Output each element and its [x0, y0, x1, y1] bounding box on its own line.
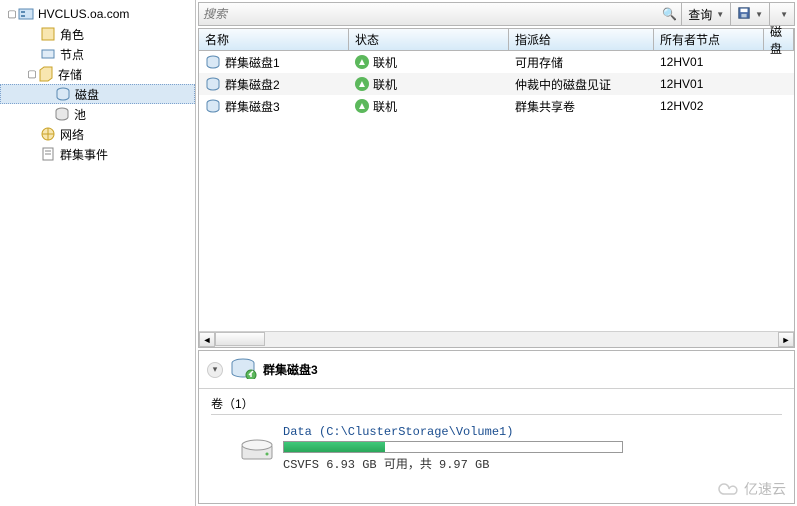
col-disk[interactable]: 磁盘 [764, 29, 794, 50]
cell-name: 群集磁盘3 [225, 98, 280, 115]
scroll-thumb[interactable] [215, 332, 265, 346]
table-row[interactable]: 群集磁盘2 ▲ 联机 仲裁中的磁盘见证 12HV01 [199, 73, 794, 95]
query-label: 查询 [688, 6, 712, 23]
cell-owner: 12HV02 [660, 99, 703, 113]
cell-status: 联机 [373, 98, 397, 115]
cell-name: 群集磁盘2 [225, 76, 280, 93]
tree-network-label: 网络 [60, 126, 84, 143]
volume-usage: CSVFS 6.93 GB 可用，共 9.97 GB [283, 455, 623, 472]
disk-icon [205, 98, 221, 114]
tree-pools[interactable]: 池 [0, 104, 195, 124]
horizontal-scrollbar[interactable]: ◄ ► [199, 331, 794, 347]
cell-assigned: 群集共享卷 [515, 98, 575, 115]
nav-tree: ▢ HVCLUS.oa.com 角色 节点 ▢ 存储 磁盘 池 [0, 0, 196, 506]
watermark: 亿速云 [718, 479, 786, 499]
toolbar: 🔍 查询 ▼ ▼ ▼ [198, 2, 795, 26]
network-icon [40, 126, 56, 142]
storage-icon [38, 66, 54, 82]
search-icon[interactable]: 🔍 [662, 7, 677, 21]
usage-bar [283, 441, 623, 453]
tree-storage-label: 存储 [58, 66, 82, 83]
table-row[interactable]: 群集磁盘1 ▲ 联机 可用存储 12HV01 [199, 51, 794, 73]
scroll-left-icon[interactable]: ◄ [199, 332, 215, 347]
online-icon: ▲ [355, 77, 369, 91]
watermark-text: 亿速云 [744, 479, 786, 499]
chevron-down-icon: ▼ [780, 10, 788, 19]
col-name[interactable]: 名称 [199, 29, 349, 50]
search-input[interactable] [203, 7, 662, 21]
cell-owner: 12HV01 [660, 55, 703, 69]
nodes-icon [40, 46, 56, 62]
save-button[interactable]: ▼ [731, 3, 770, 25]
tree-root[interactable]: ▢ HVCLUS.oa.com [0, 4, 195, 24]
tree-disks[interactable]: 磁盘 [0, 84, 195, 104]
tree-events[interactable]: 群集事件 [0, 144, 195, 164]
table-row[interactable]: 群集磁盘3 ▲ 联机 群集共享卷 12HV02 [199, 95, 794, 117]
detail-pane: ▾ 群集磁盘3 卷（1） Data (C:\ClusterStorage\Vol… [198, 350, 795, 504]
tree-network[interactable]: 网络 [0, 124, 195, 144]
cell-assigned: 可用存储 [515, 54, 563, 71]
pools-icon [54, 106, 70, 122]
tree-disks-label: 磁盘 [75, 86, 99, 103]
cluster-icon [18, 6, 34, 22]
online-icon: ▲ [355, 99, 369, 113]
watermark-logo-icon [718, 482, 740, 496]
caret-icon[interactable]: ▢ [6, 9, 18, 20]
online-icon: ▲ [355, 55, 369, 69]
tree-roles[interactable]: 角色 [0, 24, 195, 44]
detail-title: 群集磁盘3 [263, 361, 318, 378]
volume-info: Data (C:\ClusterStorage\Volume1) CSVFS 6… [283, 425, 623, 472]
search-box[interactable]: 🔍 [199, 3, 682, 25]
cell-name: 群集磁盘1 [225, 54, 280, 71]
disk-icon [205, 76, 221, 92]
col-status[interactable]: 状态 [349, 29, 509, 50]
chevron-down-icon: ▼ [755, 10, 763, 19]
collapse-icon[interactable]: ▾ [207, 362, 223, 378]
tree-nodes[interactable]: 节点 [0, 44, 195, 64]
query-button[interactable]: 查询 ▼ [682, 3, 731, 25]
cell-assigned: 仲裁中的磁盘见证 [515, 76, 611, 93]
save-icon [737, 6, 751, 23]
tree-storage[interactable]: ▢ 存储 [0, 64, 195, 84]
tree-nodes-label: 节点 [60, 46, 84, 63]
disks-icon [55, 86, 71, 102]
drive-icon [241, 437, 273, 461]
scroll-right-icon[interactable]: ► [778, 332, 794, 347]
volume-row[interactable]: Data (C:\ClusterStorage\Volume1) CSVFS 6… [241, 425, 782, 472]
disk-icon [205, 54, 221, 70]
volumes-label: 卷（1） [211, 395, 254, 412]
chevron-down-icon: ▼ [716, 10, 724, 19]
volume-path: Data (C:\ClusterStorage\Volume1) [283, 425, 623, 439]
roles-icon [40, 26, 56, 42]
grid-header: 名称 状态 指派给 所有者节点 磁盘 [199, 29, 794, 51]
disk-grid: 名称 状态 指派给 所有者节点 磁盘 群集磁盘1▲联机可用存储12HV01群集磁… [198, 28, 795, 348]
cell-status: 联机 [373, 76, 397, 93]
col-owner[interactable]: 所有者节点 [654, 29, 764, 50]
tree-pools-label: 池 [74, 106, 86, 123]
tree-roles-label: 角色 [60, 26, 84, 43]
caret-icon[interactable]: ▢ [26, 69, 38, 80]
detail-disk-icon [229, 357, 257, 382]
cell-status: 联机 [373, 54, 397, 71]
col-assigned[interactable]: 指派给 [509, 29, 654, 50]
tree-events-label: 群集事件 [60, 146, 108, 163]
cell-owner: 12HV01 [660, 77, 703, 91]
tree-root-label: HVCLUS.oa.com [38, 7, 129, 21]
events-icon [40, 146, 56, 162]
